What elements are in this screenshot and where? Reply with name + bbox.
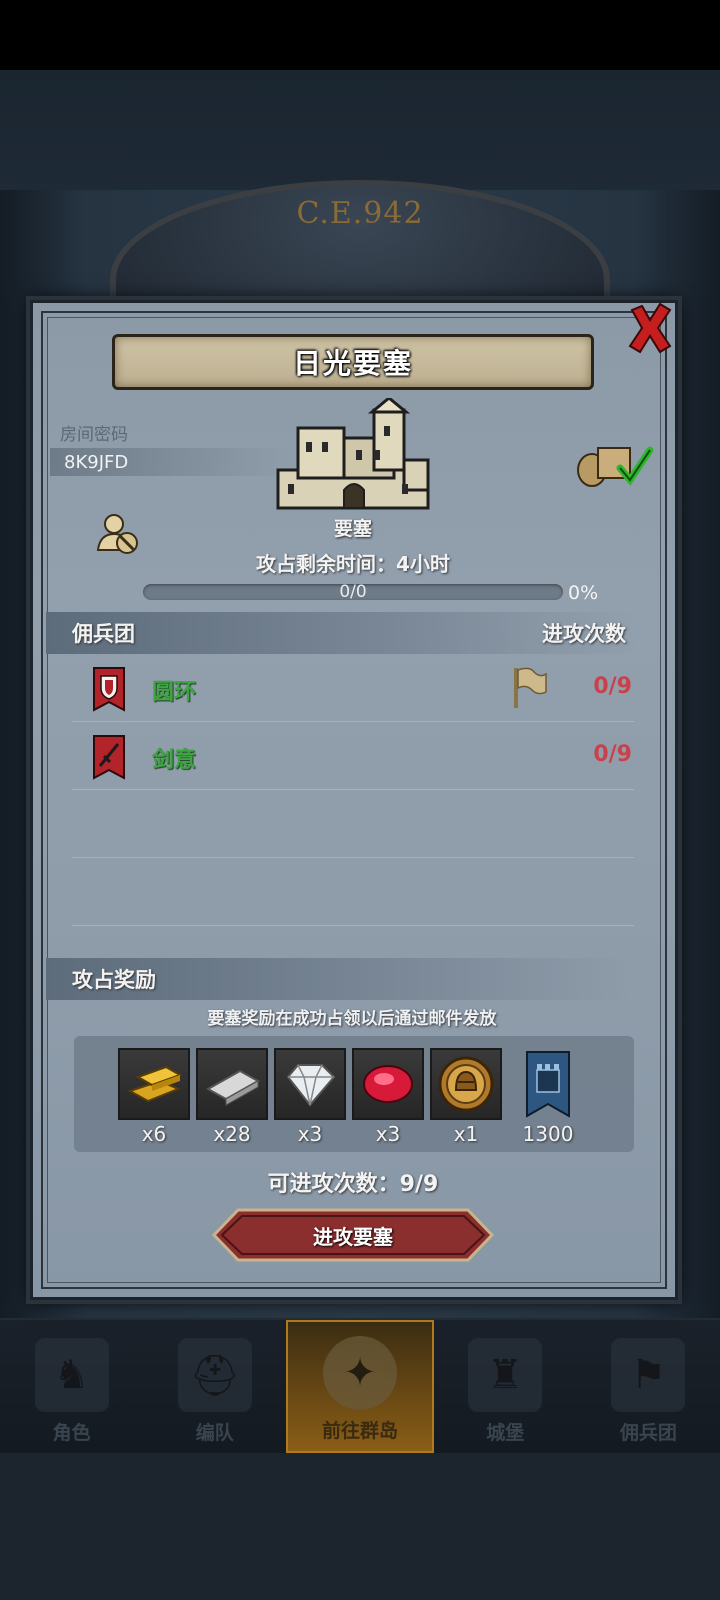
attack-count-header: 进攻次数 xyxy=(542,622,626,646)
empty-mercenary-slot xyxy=(72,860,634,926)
empty-mercenary-slot xyxy=(72,792,634,858)
reward-quantity: x6 xyxy=(141,1122,167,1146)
nav-item-islands[interactable]: ✦ 前往群岛 xyxy=(286,1320,434,1453)
bottom-navigation: ♞ 角色 ⛑ 编队 ✦ 前往群岛 ♜ 城堡 ⚑ 佣兵团 xyxy=(0,1318,720,1453)
mercenary-name: 圆环 xyxy=(152,680,197,705)
reward-tile[interactable] xyxy=(512,1048,584,1120)
attack-count: 0/9 xyxy=(593,742,632,767)
era-year-label: C.E.942 xyxy=(296,196,424,231)
title-banner: 日光要塞 xyxy=(112,334,594,390)
nav-item-role[interactable]: ♞ 角色 xyxy=(0,1320,143,1453)
attack-count: 0/9 xyxy=(593,674,632,699)
knight-icon: ♞ xyxy=(34,1338,109,1412)
bottom-system-bar xyxy=(0,1453,720,1600)
reward-tile[interactable] xyxy=(118,1048,190,1120)
helmet-icon: ⛑ xyxy=(177,1338,252,1412)
time-remaining: 攻占剩余时间：4小时 xyxy=(256,552,450,576)
reward-item[interactable]: 1300 xyxy=(512,1048,584,1146)
reward-tile[interactable] xyxy=(352,1048,424,1120)
room-code-label: 房间密码 xyxy=(60,425,128,445)
progress-text: 0/0 xyxy=(339,582,367,602)
shield-badge-icon xyxy=(93,667,125,712)
attack-fortress-button[interactable]: 进攻要塞 xyxy=(212,1208,494,1262)
building-type-label: 要塞 xyxy=(333,518,372,540)
close-icon xyxy=(628,302,672,354)
nav-label: 城堡 xyxy=(486,1422,525,1444)
nav-item-mercenary[interactable]: ⚑ 佣兵团 xyxy=(577,1320,720,1453)
reward-header: 攻占奖励 xyxy=(72,968,156,992)
reward-quantity: x1 xyxy=(453,1122,479,1146)
nav-label: 编队 xyxy=(195,1422,234,1444)
reward-quantity: x3 xyxy=(375,1122,401,1146)
supply-claimed-icon[interactable] xyxy=(574,440,654,488)
reward-item[interactable]: x1 xyxy=(430,1048,502,1146)
mercenary-row[interactable]: 剑意 0/9 xyxy=(72,724,634,790)
mercenary-banner-icon: ⚑ xyxy=(611,1338,686,1412)
reward-tile[interactable] xyxy=(196,1048,268,1120)
room-code-field[interactable]: 8K9JFD xyxy=(50,448,290,476)
progress-percent: 0% xyxy=(568,582,599,604)
reward-note: 要塞奖励在成功占领以后通过邮件发放 xyxy=(207,1009,497,1029)
nav-label: 佣兵团 xyxy=(619,1422,677,1444)
attack-button-label: 进攻要塞 xyxy=(313,1224,393,1249)
fortress-icon xyxy=(276,398,430,510)
castle-icon: ♜ xyxy=(468,1338,543,1412)
mercenary-name: 剑意 xyxy=(152,748,197,773)
status-bar xyxy=(0,0,720,70)
reward-item[interactable]: x28 xyxy=(196,1048,268,1146)
attack-attempts: 可进攻次数：9/9 xyxy=(267,1172,439,1197)
reward-tile[interactable] xyxy=(430,1048,502,1120)
reward-item[interactable]: x3 xyxy=(352,1048,424,1146)
mercenary-row[interactable]: 圆环 0/9 xyxy=(72,656,634,722)
close-button[interactable] xyxy=(626,302,674,354)
island-compass-icon: ✦ xyxy=(323,1336,397,1410)
mercenary-header: 佣兵团 xyxy=(72,622,135,646)
reward-item[interactable]: x6 xyxy=(118,1048,190,1146)
iron-bar-icon xyxy=(205,1069,261,1106)
gold-bar-icon xyxy=(127,1065,183,1103)
room-code-value: 8K9JFD xyxy=(64,451,129,473)
sword-badge-icon xyxy=(93,735,125,780)
nav-label: 角色 xyxy=(52,1422,91,1444)
diamond-icon xyxy=(286,1064,336,1107)
reward-quantity: 1300 xyxy=(522,1122,574,1146)
no-user-icon[interactable] xyxy=(96,512,140,556)
reward-item[interactable]: x3 xyxy=(274,1048,346,1146)
mercenary-section-header: 佣兵团 进攻次数 xyxy=(46,612,636,654)
nav-label: 前往群岛 xyxy=(322,1420,399,1442)
ruby-icon xyxy=(363,1065,413,1103)
castle-banner-icon xyxy=(526,1051,570,1118)
reward-quantity: x28 xyxy=(213,1122,251,1146)
flag-icon xyxy=(514,667,547,708)
dialog-title: 日光要塞 xyxy=(292,347,413,380)
reward-section-header: 攻占奖励 xyxy=(46,958,636,1000)
reward-quantity: x3 xyxy=(297,1122,323,1146)
reward-tile[interactable] xyxy=(274,1048,346,1120)
helmet-medal-icon xyxy=(438,1056,494,1112)
nav-item-formation[interactable]: ⛑ 编队 xyxy=(143,1320,286,1453)
occupation-progress-bar: 0/0 xyxy=(143,582,563,602)
nav-item-castle[interactable]: ♜ 城堡 xyxy=(434,1320,577,1453)
